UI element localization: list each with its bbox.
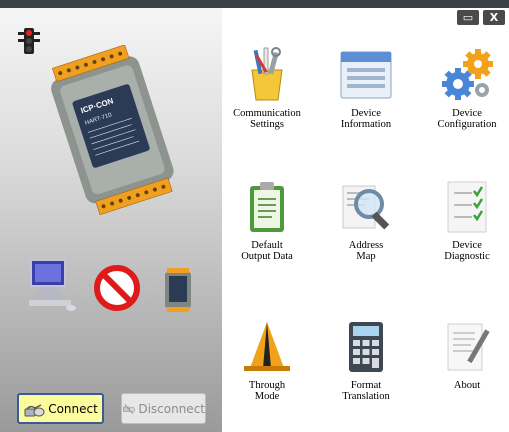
tile-label: Default Output Data	[241, 240, 293, 262]
connect-button[interactable]: Connect	[17, 393, 104, 424]
window-controls: ▭ X	[457, 10, 505, 25]
tile-default-output-data[interactable]: Default Output Data	[227, 178, 307, 262]
tile-label: Through Mode	[248, 380, 286, 402]
note-pen-icon	[447, 323, 490, 371]
tile-label: Device Information	[340, 108, 392, 130]
tile-label: About	[453, 380, 481, 391]
calculator-icon	[349, 322, 383, 372]
disconnect-button-label: Disconnect	[138, 401, 205, 416]
window-info-icon	[340, 51, 392, 99]
tile-label: Device Diagnostic	[444, 240, 490, 262]
checklist-icon	[447, 181, 487, 233]
tile-through-mode[interactable]: Through Mode	[227, 318, 307, 402]
hart-device-image: ICP·CON HART-710	[51, 45, 174, 216]
wrench-pencil-cup-icon	[251, 47, 283, 101]
tile-communication-settings[interactable]: Communication Settings	[227, 46, 307, 130]
no-connection-icon	[94, 265, 140, 311]
connect-button-label: Connect	[48, 401, 98, 416]
traffic-light-icon	[18, 28, 40, 54]
minimize-button[interactable]: ▭	[457, 10, 479, 25]
tile-address-map[interactable]: Address Map	[326, 178, 406, 262]
tile-label: Device Configuration	[437, 108, 497, 130]
computer-icon	[29, 259, 76, 311]
connection-status-graphic	[29, 259, 191, 312]
tile-about[interactable]: About	[427, 318, 507, 391]
tile-label: Address Map	[348, 240, 384, 262]
close-icon: X	[489, 11, 499, 24]
tile-device-diagnostic[interactable]: Device Diagnostic	[427, 178, 507, 262]
clipboard-icon	[250, 182, 284, 232]
plug-icon	[24, 403, 45, 416]
disconnect-button[interactable]: Disconnect	[121, 393, 206, 424]
traffic-cone-icon	[244, 322, 290, 371]
tile-label: Format Translation	[342, 380, 390, 402]
gears-icon	[442, 49, 493, 100]
minimize-icon: ▭	[462, 11, 474, 24]
tile-device-configuration[interactable]: Device Configuration	[427, 46, 507, 130]
unplug-icon	[122, 403, 135, 414]
close-button[interactable]: X	[483, 10, 505, 25]
device-small-icon	[165, 268, 191, 312]
tile-label: Communication Settings	[233, 108, 301, 130]
tile-device-information[interactable]: Device Information	[326, 46, 406, 130]
magnifier-document-icon	[342, 185, 390, 230]
tile-format-translation[interactable]: Format Translation	[326, 318, 406, 402]
title-bar	[0, 0, 509, 8]
